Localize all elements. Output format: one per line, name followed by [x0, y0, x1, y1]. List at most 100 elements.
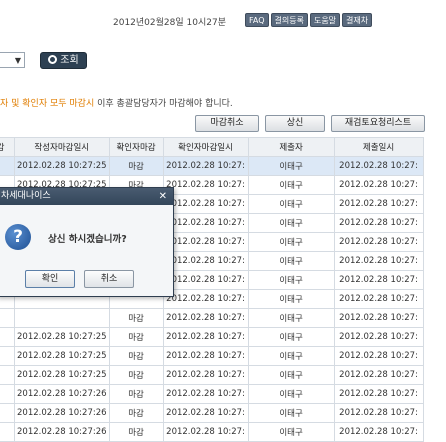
cell-submit-time: 2012.02.28 10:27:	[333, 175, 424, 195]
cell-submitter: 이태구	[247, 346, 335, 366]
cell-submit-time: 2012.02.28 10:27:	[333, 213, 424, 233]
cell-checker-close-time: 2012.02.28 10:27:	[162, 289, 249, 309]
cell-submit-time: 2012.02.28 10:27:	[333, 194, 424, 214]
cell-submit-time: 2012.02.28 10:27:	[333, 422, 424, 442]
cell-submitter: 이태구	[247, 365, 335, 385]
cell-checker-close: 마감	[108, 403, 164, 423]
cell-submit-time: 2012.02.28 10:27:	[333, 384, 424, 404]
cell-closing	[0, 327, 15, 347]
cell-checker-close-time: 2012.02.28 10:27:	[162, 251, 249, 271]
cell-checker-close-time: 2012.02.28 10:27:	[162, 175, 249, 195]
help-button[interactable]: 도움말	[309, 13, 341, 27]
cell-checker-close: 마감	[108, 346, 164, 366]
cell-checker-close: 마감	[108, 308, 164, 328]
cell-submitter: 이태구	[247, 156, 335, 176]
cell-checker-close: 마감	[108, 384, 164, 404]
review-request-list-button[interactable]: 재검토요청리스트	[331, 115, 425, 132]
table-row[interactable]: 2012.02.28 10:27:26 마감 2012.02.28 10:27: 이태…	[0, 384, 424, 404]
cell-submitter: 이태구	[247, 194, 335, 214]
search-button-label: 조회	[60, 55, 79, 66]
cell-writer-close-time: 2012.02.28 10:27:26	[14, 403, 110, 423]
search-button[interactable]: 조회	[40, 52, 87, 69]
cancel-button[interactable]: 취소	[84, 270, 134, 288]
cell-checker-close: 마감	[108, 327, 164, 347]
cell-submitter: 이태구	[247, 232, 335, 252]
cell-writer-close-time: 2012.02.28 10:27:26	[14, 384, 110, 404]
ok-button[interactable]: 확인	[25, 270, 75, 288]
cell-closing	[0, 384, 15, 404]
cell-submit-time: 2012.02.28 10:27:	[333, 346, 424, 366]
col-header-writer-close-time[interactable]: 작성자마감일시	[14, 137, 110, 157]
table-row[interactable]: 2012.02.28 10:27:25 마감 2012.02.28 10:27: 이태…	[0, 327, 424, 347]
cell-checker-close-time: 2012.02.28 10:27:	[162, 308, 249, 328]
top-bar: 2012년02월28일 10시27분 FAQ 결의등록 도움말 결재차	[0, 0, 446, 36]
cell-submitter: 이태구	[247, 403, 335, 423]
cell-submit-time: 2012.02.28 10:27:	[333, 289, 424, 309]
notice-text: 자 및 확인자 모두 마감시 이후 총괄담당자가 마감해야 합니다.	[0, 96, 233, 109]
cell-submit-time: 2012.02.28 10:27:	[333, 365, 424, 385]
filter-bar: ▼ 조회	[0, 48, 446, 74]
cell-submitter: 이태구	[247, 308, 335, 328]
cell-closing	[0, 346, 15, 366]
cell-submit-time: 2012.02.28 10:27:	[333, 327, 424, 347]
close-icon[interactable]: ✕	[159, 188, 167, 205]
cell-checker-close-time: 2012.02.28 10:27:	[162, 327, 249, 347]
cell-checker-close-time: 2012.02.28 10:27:	[162, 384, 249, 404]
cell-submit-time: 2012.02.28 10:27:	[333, 308, 424, 328]
cell-submit-time: 2012.02.28 10:27:	[333, 251, 424, 271]
cell-checker-close-time: 2012.02.28 10:27:	[162, 194, 249, 214]
question-icon: ?	[5, 224, 31, 250]
cell-checker-close: 마감	[108, 365, 164, 385]
table-row[interactable]: 2012.02.28 10:27:26 마감 2012.02.28 10:27: 이태…	[0, 403, 424, 423]
cell-submitter: 이태구	[247, 270, 335, 290]
table-row[interactable]: 2012.02.28 10:27:25 마감 2012.02.28 10:27: 이태…	[0, 156, 424, 176]
current-datetime: 2012년02월28일 10시27분	[113, 18, 226, 28]
table-row[interactable]: 마감 2012.02.28 10:27: 이태구 2012.02.28 10:27:	[0, 308, 424, 328]
resolution-register-button[interactable]: 결의등록	[270, 13, 308, 27]
col-header-submit-time[interactable]: 제출일시	[333, 137, 424, 157]
cell-writer-close-time: 2012.02.28 10:27:25	[14, 156, 110, 176]
cell-checker-close-time: 2012.02.28 10:27:	[162, 346, 249, 366]
faq-button[interactable]: FAQ	[245, 13, 269, 27]
filter-select[interactable]: ▼	[0, 52, 25, 68]
table-row[interactable]: 2012.02.28 10:27:25 마감 2012.02.28 10:27: 이태…	[0, 346, 424, 366]
top-menu-buttons: FAQ 결의등록 도움말 결재차	[245, 13, 373, 27]
col-header-checker-close-time[interactable]: 확인자마감일시	[162, 137, 249, 157]
notice-normal: 이후 총괄담당자가 마감해야 합니다.	[97, 99, 233, 109]
submit-button[interactable]: 상신	[265, 115, 325, 132]
dialog-title-bar: 차세대나이스 ✕	[0, 188, 173, 205]
chevron-down-icon: ▼	[14, 56, 21, 65]
cell-submitter: 이태구	[247, 213, 335, 233]
col-header-closing[interactable]: 감	[0, 137, 15, 157]
cell-checker-close-time: 2012.02.28 10:27:	[162, 403, 249, 423]
close-cancel-button[interactable]: 마감취소	[195, 115, 259, 132]
cell-submitter: 이태구	[247, 422, 335, 442]
cell-checker-close: 마감	[108, 422, 164, 442]
dialog-message: 상신 하시겠습니까?	[48, 234, 127, 245]
cell-submitter: 이태구	[247, 384, 335, 404]
action-buttons: 마감취소 상신 재검토요청리스트	[195, 115, 425, 132]
cell-checker-close: 마감	[108, 156, 164, 176]
cell-submitter: 이태구	[247, 289, 335, 309]
cell-submit-time: 2012.02.28 10:27:	[333, 403, 424, 423]
cell-checker-close-time: 2012.02.28 10:27:	[162, 232, 249, 252]
cell-closing	[0, 403, 15, 423]
confirm-dialog: 차세대나이스 ✕ ? 상신 하시겠습니까? 확인 취소	[0, 187, 174, 297]
cell-submitter: 이태구	[247, 251, 335, 271]
cell-checker-close-time: 2012.02.28 10:27:	[162, 270, 249, 290]
cell-writer-close-time	[14, 308, 110, 328]
col-header-checker-close[interactable]: 확인자마감	[108, 137, 164, 157]
table-header-row: 감 작성자마감일시 확인자마감 확인자마감일시 제출자 제출일시	[0, 137, 424, 157]
cell-writer-close-time: 2012.02.28 10:27:25	[14, 327, 110, 347]
approval-button[interactable]: 결재차	[342, 13, 373, 27]
cell-writer-close-time: 2012.02.28 10:27:25	[14, 365, 110, 385]
table-row[interactable]: 2012.02.28 10:27:26 마감 2012.02.28 10:27: 이태…	[0, 422, 424, 442]
cell-submit-time: 2012.02.28 10:27:	[333, 232, 424, 252]
cell-checker-close-time: 2012.02.28 10:27:	[162, 156, 249, 176]
cell-writer-close-time: 2012.02.28 10:27:26	[14, 422, 110, 442]
search-icon	[48, 55, 58, 64]
cell-checker-close-time: 2012.02.28 10:27:	[162, 365, 249, 385]
table-row[interactable]: 2012.02.28 10:27:25 마감 2012.02.28 10:27: 이태…	[0, 365, 424, 385]
col-header-submitter[interactable]: 제출자	[247, 137, 335, 157]
cell-checker-close-time: 2012.02.28 10:27:	[162, 422, 249, 442]
